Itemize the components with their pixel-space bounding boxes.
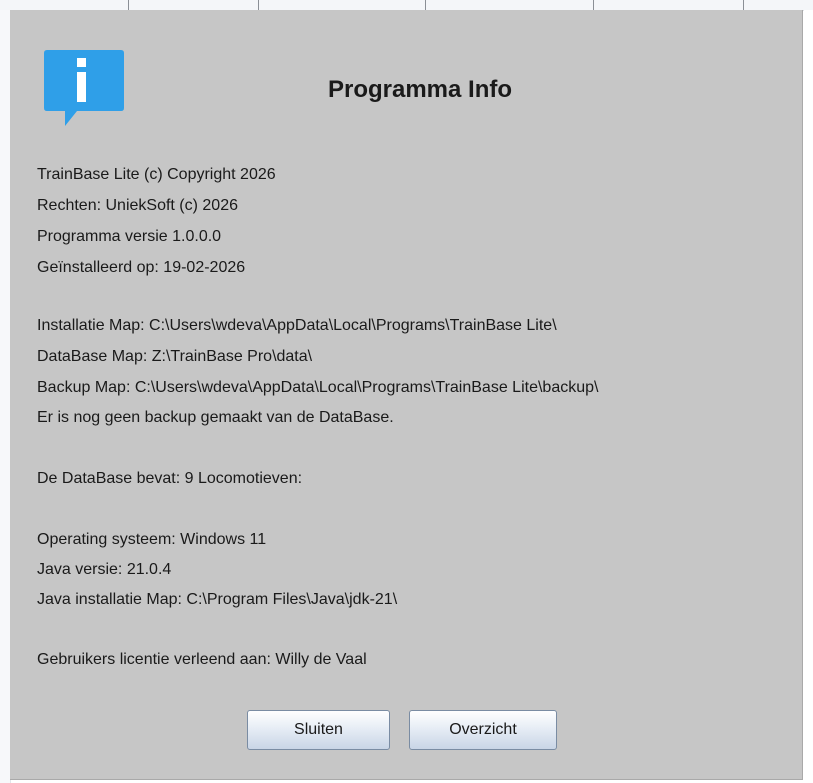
java-version-line: Java versie: 21.0.4 — [37, 561, 172, 578]
rights-line: Rechten: UniekSoft (c) 2026 — [37, 197, 238, 214]
column-divider — [425, 0, 426, 10]
info-icon — [44, 50, 124, 126]
program-info-dialog: Programma Info TrainBase Lite (c) Copyri… — [10, 10, 803, 780]
version-line: Programma versie 1.0.0.0 — [37, 228, 222, 245]
overview-button[interactable]: Overzicht — [409, 710, 557, 750]
column-divider — [743, 0, 744, 10]
copyright-line: TrainBase Lite (c) Copyright 2026 — [37, 166, 276, 183]
operating-system-line: Operating systeem: Windows 11 — [37, 531, 267, 548]
dialog-title: Programma Info — [327, 76, 513, 103]
column-divider — [258, 0, 259, 10]
license-line: Gebruikers licentie verleend aan: Willy … — [37, 651, 367, 668]
database-contents-line: De DataBase bevat: 9 Locomotieven: — [37, 470, 303, 487]
column-divider — [593, 0, 594, 10]
background-right-panel — [804, 10, 813, 783]
install-folder-line: Installatie Map: C:\Users\wdeva\AppData\… — [37, 317, 557, 334]
close-button[interactable]: Sluiten — [247, 710, 390, 750]
backup-folder-line: Backup Map: C:\Users\wdeva\AppData\Local… — [37, 379, 599, 396]
install-date-line: Geïnstalleerd op: 19-02-2026 — [37, 259, 246, 276]
database-folder-line: DataBase Map: Z:\TrainBase Pro\data\ — [37, 348, 313, 365]
java-folder-line: Java installatie Map: C:\Program Files\J… — [37, 591, 398, 608]
backup-status-line: Er is nog geen backup gemaakt van de Dat… — [37, 409, 394, 426]
column-divider — [128, 0, 129, 10]
